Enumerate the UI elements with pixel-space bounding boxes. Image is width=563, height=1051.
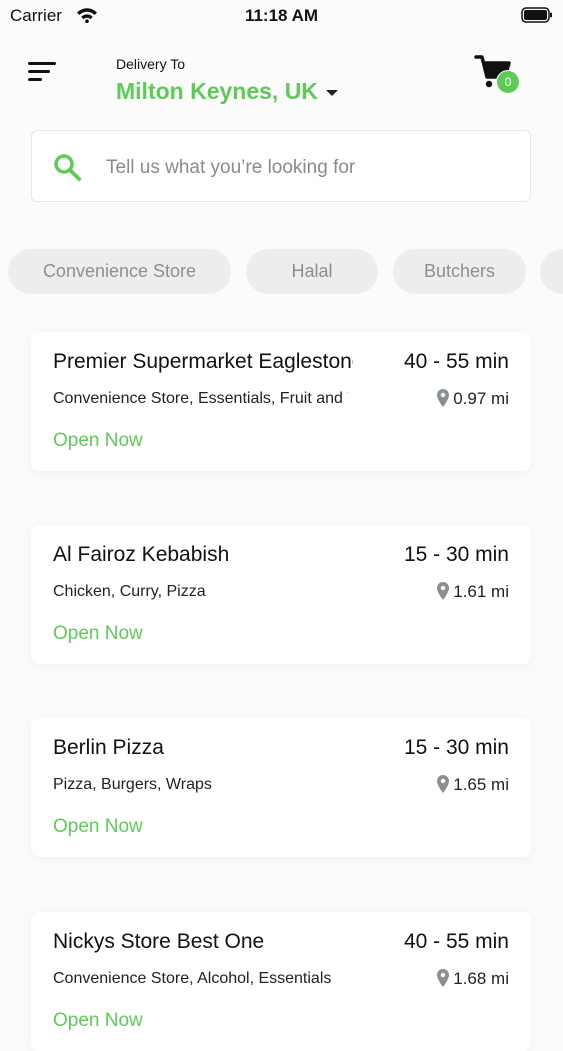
- status-bar: Carrier 11:18 AM: [0, 0, 563, 32]
- distance-value: 0.97 mi: [453, 389, 509, 408]
- store-name: Berlin Pizza: [53, 736, 164, 759]
- cart-count-badge: 0: [496, 70, 520, 94]
- distance-value: 1.65 mi: [453, 775, 509, 794]
- search-input[interactable]: [104, 151, 508, 185]
- delivery-to-label: Delivery To: [116, 56, 185, 72]
- store-tags: Pizza, Burgers, Wraps: [53, 776, 212, 793]
- chip-halal[interactable]: Halal: [246, 249, 378, 294]
- chip-more[interactable]: [540, 249, 563, 294]
- clock: 11:18 AM: [244, 6, 319, 25]
- store-tags: Convenience Store, Alcohol, Essentials: [53, 970, 332, 987]
- battery-icon: [521, 7, 552, 23]
- store-distance: 0.97 mi: [437, 389, 509, 409]
- chevron-down-icon: [325, 89, 338, 96]
- store-card[interactable]: Al Fairoz Kebabish 15 - 30 min Chicken, …: [31, 525, 531, 664]
- location-label: Milton Keynes, UK: [116, 78, 318, 104]
- distance-value: 1.61 mi: [453, 582, 509, 601]
- search-icon: [54, 154, 81, 181]
- search-bar[interactable]: [31, 130, 531, 202]
- chip-convenience-store[interactable]: Convenience Store: [8, 249, 231, 294]
- delivery-time: 15 - 30 min: [403, 543, 509, 566]
- store-tags: Convenience Store, Essentials, Fruit and…: [53, 390, 348, 407]
- category-chips: Convenience Store Halal Butchers: [8, 249, 563, 295]
- chip-butchers[interactable]: Butchers: [393, 249, 526, 294]
- location-pin-icon: [437, 389, 450, 407]
- location-pin-icon: [437, 582, 450, 600]
- open-status: Open Now: [53, 816, 143, 837]
- delivery-time: 40 - 55 min: [403, 930, 509, 953]
- cart-button[interactable]: 0: [474, 52, 524, 96]
- store-tags: Chicken, Curry, Pizza: [53, 583, 206, 600]
- menu-icon[interactable]: [28, 60, 58, 84]
- open-status: Open Now: [53, 623, 143, 644]
- store-card[interactable]: Premier Supermarket Eaglestone 40 - 55 m…: [31, 332, 531, 471]
- distance-value: 1.68 mi: [453, 969, 509, 988]
- location-pin-icon: [437, 969, 450, 987]
- delivery-time: 15 - 30 min: [403, 736, 509, 759]
- store-distance: 1.61 mi: [437, 582, 509, 602]
- delivery-time: 40 - 55 min: [403, 350, 509, 373]
- store-card[interactable]: Nickys Store Best One 40 - 55 min Conven…: [31, 912, 531, 1051]
- location-pin-icon: [437, 775, 450, 793]
- store-card[interactable]: Berlin Pizza 15 - 30 min Pizza, Burgers,…: [31, 718, 531, 857]
- open-status: Open Now: [53, 430, 143, 451]
- store-name: Al Fairoz Kebabish: [53, 543, 230, 566]
- store-name: Premier Supermarket Eaglestone: [53, 350, 353, 373]
- open-status: Open Now: [53, 1010, 143, 1031]
- store-distance: 1.65 mi: [437, 775, 509, 795]
- location-selector[interactable]: Milton Keynes, UK: [116, 78, 338, 105]
- store-name: Nickys Store Best One: [53, 930, 265, 953]
- store-distance: 1.68 mi: [437, 969, 509, 989]
